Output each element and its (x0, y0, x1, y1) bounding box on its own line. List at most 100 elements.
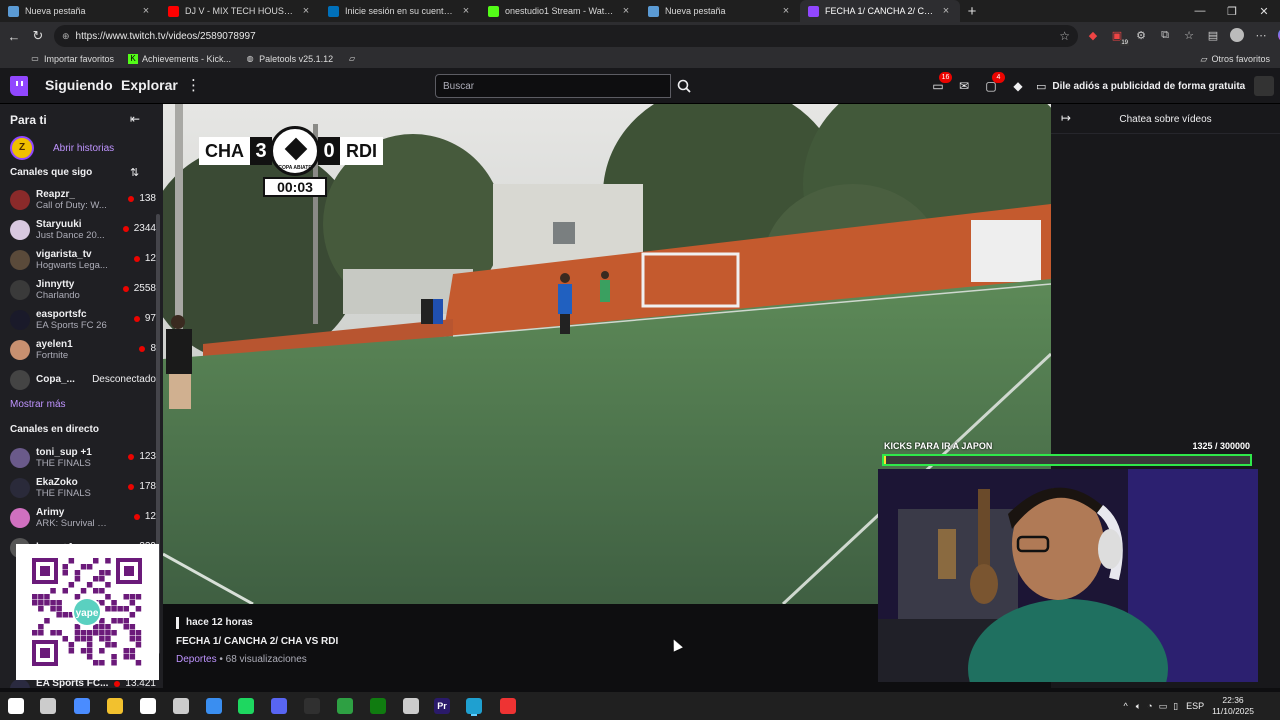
address-bar-row: ← ↻ ⊕ https://www.twitch.tv/videos/25890… (0, 22, 1280, 50)
followed-header: Canales que sigo (10, 167, 93, 178)
whispers-badge: 4 (992, 72, 1005, 83)
site-info-icon[interactable]: ⊕ (62, 31, 70, 42)
live-dot-icon (133, 513, 140, 520)
sort-icon[interactable]: ⇅ (130, 166, 139, 179)
bookmark-kick[interactable]: K Achievements - Kick... (128, 54, 231, 64)
inbox-icon[interactable]: ▭ 16 (930, 72, 952, 94)
sidebar-channel[interactable]: vigarista_tv Hogwarts Lega... 12 (10, 247, 156, 275)
close-tab-icon[interactable]: × (620, 5, 632, 17)
extension-badge-icon[interactable]: ▣ 19 (1108, 26, 1129, 46)
premiere-icon[interactable]: Pr (434, 698, 450, 714)
sidebar-channel[interactable]: EkaZoko THE FINALS 178 (10, 475, 156, 503)
network-icon[interactable]: ▭ (1159, 701, 1168, 712)
sidebar-channel[interactable]: ayelen1 Fortnite 8 (10, 337, 156, 365)
browser-tab[interactable]: DJ V - MIX TECH HOUSE ( Al... × (160, 0, 320, 22)
stories-button[interactable]: Z Abrir historias (10, 136, 114, 160)
more-menu-icon[interactable]: ⋮ (186, 76, 201, 94)
edge-icon[interactable] (466, 698, 482, 714)
collections-icon[interactable]: ▤ (1204, 26, 1222, 44)
windows-start-icon[interactable] (8, 698, 24, 714)
app-red-icon[interactable] (500, 698, 516, 714)
store-icon[interactable] (140, 698, 156, 714)
clock[interactable]: 22:36 11/10/2025 (1212, 695, 1254, 717)
viewer-count-value: 138 (139, 193, 156, 204)
battery-icon[interactable]: ▯ (1173, 701, 1178, 712)
task-view-icon[interactable] (40, 698, 56, 714)
extension-red-icon[interactable]: ◆ (1084, 26, 1102, 44)
game-icon[interactable] (173, 698, 189, 714)
spotify-icon[interactable] (238, 698, 254, 714)
volume-icon[interactable]: 🔈︎ (1136, 701, 1141, 712)
obs-icon[interactable] (304, 698, 320, 714)
copilot-icon[interactable] (1276, 26, 1280, 44)
extensions-icon[interactable]: ⧉ (1156, 26, 1174, 44)
goal-progress-fill (884, 456, 886, 464)
extension-settings-icon[interactable]: ⚙ (1132, 26, 1150, 44)
sidebar-channel[interactable]: Jinnytty Charlando 2558 (10, 277, 156, 305)
nav-following[interactable]: Siguiendo (45, 77, 113, 93)
twitch-logo-icon[interactable] (10, 76, 28, 96)
show-more-link[interactable]: Mostrar más (10, 399, 66, 410)
collapse-sidebar-icon[interactable]: ⇤ (130, 112, 140, 126)
browser-tab[interactable]: FECHA 1/ CANCHA 2/ CHA VS RDI × (800, 0, 960, 22)
menu-dots-icon[interactable]: ⋯ (1252, 26, 1270, 44)
sidebar-channel[interactable]: Copa_... Desconectado (10, 367, 156, 395)
globe-icon: ◍ (246, 54, 254, 63)
other-bookmarks[interactable]: ▱ Otros favoritos (1201, 54, 1270, 65)
search-input[interactable] (436, 75, 670, 97)
bits-icon[interactable]: ◆ (1010, 78, 1026, 94)
browser-tab[interactable]: onestudio1 Stream - Watch Live o... × (480, 0, 640, 22)
wifi-icon[interactable]: ◔ (1147, 701, 1152, 711)
sidebar-channel[interactable]: Reapzr_ Call of Duty: W... 138 (10, 187, 156, 215)
copilot-icon[interactable] (74, 698, 90, 714)
sidebar-channel[interactable]: Staryuuki Just Dance 20... 2344 (10, 217, 156, 245)
folder-icon: ▱ (349, 54, 356, 63)
mail-icon[interactable]: ✉ (956, 78, 972, 94)
profile-avatar[interactable] (1228, 26, 1246, 44)
whispers-icon[interactable]: ▢ 4 (983, 72, 1005, 94)
close-tab-icon[interactable]: × (940, 5, 952, 17)
bookmark-import[interactable]: ▭ Importar favoritos (30, 54, 114, 64)
app-green-icon[interactable] (337, 698, 353, 714)
close-window-icon[interactable]: ✕ (1248, 0, 1280, 22)
sidebar-channel[interactable]: toni_sup +1 THE FINALS 123 (10, 445, 156, 473)
app-tool-icon[interactable] (403, 698, 419, 714)
sidebar-channel[interactable]: Arimy ARK: Survival E... 12 (10, 505, 156, 533)
browser-tab[interactable]: Nueva pestaña × (0, 0, 160, 22)
close-tab-icon[interactable]: × (140, 5, 152, 17)
favorites-icon[interactable]: ☆ (1180, 26, 1198, 44)
viewer-count: 2344 (122, 223, 156, 234)
url-bar[interactable]: ⊕ https://www.twitch.tv/videos/258907899… (54, 25, 1078, 47)
app-blue-icon[interactable] (206, 698, 222, 714)
browser-tab[interactable]: Inicie sesión en su cuenta de PayPal × (320, 0, 480, 22)
goal-progress-widget: KICKS PARA IR A JAPON 1325 / 300000 (878, 437, 1258, 469)
reload-icon[interactable]: ↻ (26, 24, 50, 48)
minimize-icon[interactable]: — (1184, 0, 1216, 22)
language-indicator[interactable]: ESP (1186, 701, 1204, 711)
bookmark-paletools[interactable]: ◍ Paletools v25.1.12 (245, 54, 334, 64)
close-tab-icon[interactable]: × (780, 5, 792, 17)
match-clock: 00:03 (263, 177, 327, 197)
maximize-icon[interactable]: ❐ (1216, 0, 1248, 22)
close-tab-icon[interactable]: × (300, 5, 312, 17)
bookmark-folder[interactable]: ▱ (347, 54, 361, 64)
new-tab-button[interactable]: + (960, 0, 984, 22)
nav-browse[interactable]: Explorar (121, 77, 178, 93)
away-team: RDI (340, 137, 383, 165)
discord-icon[interactable] (271, 698, 287, 714)
video-title[interactable]: FECHA 1/ CANCHA 2/ CHA VS RDI (176, 636, 338, 647)
search-button[interactable] (672, 74, 696, 98)
sidebar-channel[interactable]: easportsfc EA Sports FC 26 97 (10, 307, 156, 335)
browser-tab[interactable]: Nueva pestaña × (640, 0, 800, 22)
back-icon[interactable]: ← (2, 24, 26, 48)
tray-chevron-icon[interactable]: ^ (1124, 701, 1128, 711)
category-link[interactable]: Deportes (176, 654, 217, 665)
close-tab-icon[interactable]: × (460, 5, 472, 17)
viewer-count-value: 123 (139, 451, 156, 462)
extension-icons: ◆ ▣ 19 ⚙ ⧉ ☆ ▤ ⋯ (1084, 26, 1280, 46)
file-explorer-icon[interactable] (107, 698, 123, 714)
user-avatar[interactable] (1254, 76, 1274, 96)
xbox-icon[interactable] (370, 698, 386, 714)
ad-free-button[interactable]: ▭ Dile adiós a publicidad de forma gratu… (1036, 75, 1245, 97)
bookmark-star-icon[interactable]: ☆ (1059, 29, 1070, 43)
